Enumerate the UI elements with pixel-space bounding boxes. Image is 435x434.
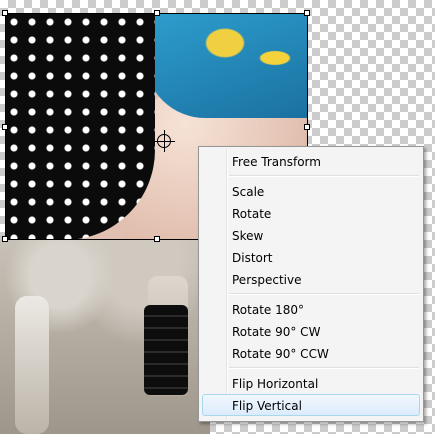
menu-item-perspective[interactable]: Perspective bbox=[202, 268, 420, 290]
transform-handle-top-right[interactable] bbox=[304, 10, 310, 16]
menu-item-rotate[interactable]: Rotate bbox=[202, 202, 420, 224]
reference-point-icon[interactable] bbox=[153, 130, 175, 152]
image-detail bbox=[144, 305, 188, 395]
menu-separator bbox=[229, 175, 419, 177]
menu-item-flip-horizontal[interactable]: Flip Horizontal bbox=[202, 372, 420, 394]
transform-handle-bottom-center[interactable] bbox=[154, 236, 160, 242]
menu-item-scale[interactable]: Scale bbox=[202, 180, 420, 202]
menu-separator bbox=[229, 367, 419, 369]
transform-handle-top-center[interactable] bbox=[154, 10, 160, 16]
menu-item-rotate-180[interactable]: Rotate 180° bbox=[202, 298, 420, 320]
menu-item-free-transform[interactable]: Free Transform bbox=[202, 150, 420, 172]
menu-item-rotate-90-ccw[interactable]: Rotate 90° CCW bbox=[202, 342, 420, 364]
menu-item-rotate-90-cw[interactable]: Rotate 90° CW bbox=[202, 320, 420, 342]
transform-handle-middle-right[interactable] bbox=[304, 124, 310, 130]
menu-separator bbox=[229, 293, 419, 295]
transform-handle-top-left[interactable] bbox=[2, 10, 8, 16]
transform-context-menu: Free Transform Scale Rotate Skew Distort… bbox=[198, 146, 424, 422]
menu-item-distort[interactable]: Distort bbox=[202, 246, 420, 268]
menu-item-skew[interactable]: Skew bbox=[202, 224, 420, 246]
canvas[interactable]: Free Transform Scale Rotate Skew Distort… bbox=[0, 0, 435, 434]
image-detail bbox=[15, 296, 49, 434]
transform-handle-bottom-left[interactable] bbox=[2, 236, 8, 242]
transform-handle-middle-left[interactable] bbox=[2, 124, 8, 130]
menu-item-flip-vertical[interactable]: Flip Vertical bbox=[202, 394, 420, 416]
